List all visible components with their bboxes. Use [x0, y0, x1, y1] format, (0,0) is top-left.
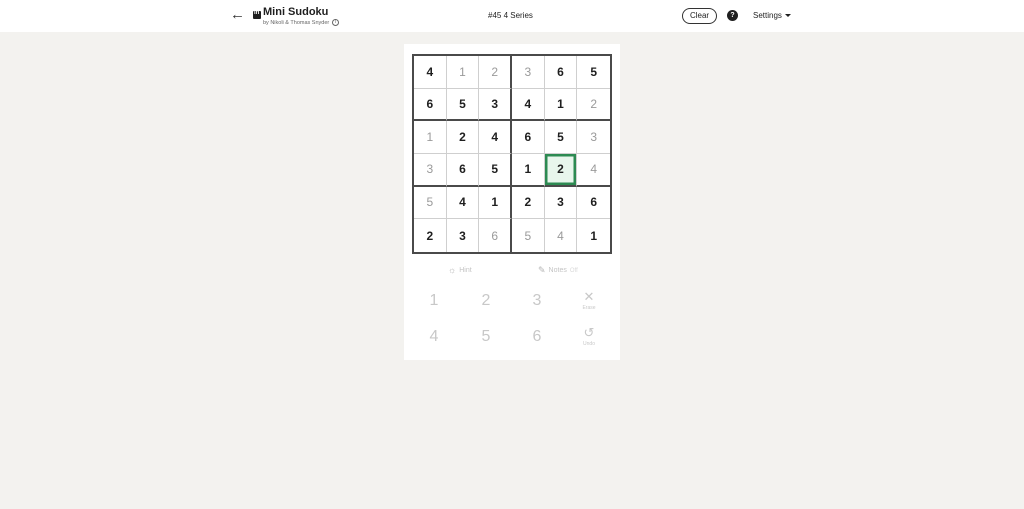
- grid-cell-r2c1[interactable]: 6: [414, 88, 447, 122]
- grid-cell-r6c6[interactable]: 1: [577, 219, 610, 252]
- erase-label: Erase: [582, 305, 596, 311]
- number-pad-2[interactable]: 2: [471, 289, 501, 313]
- undo-icon: ↺: [583, 325, 595, 340]
- number-pad-1[interactable]: 1: [419, 289, 449, 313]
- hint-label: Hint: [459, 266, 472, 274]
- clear-button[interactable]: Clear: [682, 8, 717, 24]
- grid-cell-r5c6[interactable]: 6: [577, 187, 610, 220]
- grid-cell-r6c1[interactable]: 2: [414, 219, 447, 252]
- grid-cell-r6c3[interactable]: 6: [479, 219, 512, 252]
- grid-cell-r1c4[interactable]: 3: [512, 56, 545, 89]
- notes-button[interactable]: ✎ Notes Off: [538, 265, 578, 276]
- grid-cell-r3c2[interactable]: 2: [446, 121, 480, 154]
- undo-button[interactable]: ↺ Undo: [574, 325, 604, 348]
- puzzle-number: #45 4 Series: [488, 11, 533, 20]
- lightbulb-icon: ☼: [448, 265, 457, 275]
- hint-button[interactable]: ☼ Hint: [448, 265, 472, 275]
- grid-cell-r1c6[interactable]: 5: [577, 56, 610, 89]
- grid-cell-r5c4[interactable]: 2: [512, 186, 545, 220]
- grid-cell-r4c5[interactable]: 2: [544, 154, 578, 187]
- info-icon[interactable]: i: [332, 19, 340, 26]
- grid-cell-r6c4[interactable]: 5: [512, 219, 545, 252]
- back-arrow-icon[interactable]: ←: [230, 7, 246, 23]
- grid-cell-r2c6[interactable]: 2: [577, 89, 610, 122]
- erase-button[interactable]: ✕ Erase: [574, 289, 604, 312]
- grid-cell-r2c3[interactable]: 3: [479, 88, 512, 122]
- grid-cell-r2c2[interactable]: 5: [446, 88, 480, 122]
- notes-toggle-state: Off: [569, 267, 578, 274]
- grid-cell-r2c4[interactable]: 4: [512, 88, 545, 122]
- grid-cell-r3c5[interactable]: 5: [544, 121, 578, 154]
- grid-cell-r3c3[interactable]: 4: [479, 121, 512, 154]
- number-pad-6[interactable]: 6: [522, 325, 552, 349]
- number-pad-3[interactable]: 3: [522, 289, 552, 313]
- settings-dropdown[interactable]: Settings: [753, 11, 791, 20]
- grid-cell-r1c3[interactable]: 2: [479, 56, 512, 89]
- grid-cell-r3c6[interactable]: 3: [577, 121, 610, 154]
- grid-cell-r3c1[interactable]: 1: [414, 121, 447, 154]
- grid-cell-r6c2[interactable]: 3: [447, 219, 480, 252]
- pencil-icon: ✎: [538, 265, 546, 275]
- grid-cell-r1c5[interactable]: 6: [544, 56, 578, 89]
- game-title: Mini Sudoku: [263, 6, 329, 18]
- top-bar: ← Mini Sudoku by Nikoli & Thomas Snyder …: [0, 0, 1024, 32]
- grid-cell-r3c4[interactable]: 6: [512, 121, 545, 154]
- grid-cell-r1c2[interactable]: 1: [446, 56, 480, 89]
- settings-label: Settings: [753, 11, 782, 20]
- grid-cell-r4c2[interactable]: 6: [446, 154, 480, 187]
- game-panel: 412365653412124653365124541236236541 ☼ H…: [404, 44, 620, 360]
- grid-cell-r5c5[interactable]: 3: [544, 186, 578, 220]
- grid-cell-r4c3[interactable]: 5: [479, 154, 512, 187]
- close-icon: ✕: [583, 289, 595, 304]
- sudoku-grid: 412365653412124653365124541236236541: [412, 54, 612, 254]
- grid-cell-r5c1[interactable]: 5: [414, 186, 447, 220]
- number-pad-4[interactable]: 4: [419, 325, 449, 349]
- grid-cell-r5c2[interactable]: 4: [446, 186, 480, 220]
- number-pad-5[interactable]: 5: [471, 325, 501, 349]
- author-credit: by Nikoli & Thomas Snyder: [263, 19, 330, 26]
- grid-cell-r5c3[interactable]: 1: [479, 186, 512, 220]
- grid-cell-r4c1[interactable]: 3: [414, 154, 447, 187]
- game-subtitle: by Nikoli & Thomas Snyder i: [263, 19, 340, 26]
- linkedin-logo-icon: [253, 10, 261, 19]
- grid-cell-r2c5[interactable]: 1: [544, 88, 578, 122]
- caret-down-icon: [784, 14, 791, 17]
- grid-cell-r1c1[interactable]: 4: [414, 56, 447, 89]
- grid-cell-r4c6[interactable]: 4: [577, 154, 610, 187]
- notes-label: Notes: [548, 267, 567, 274]
- help-icon[interactable]: ?: [727, 10, 738, 21]
- grid-cell-r4c4[interactable]: 1: [512, 154, 545, 187]
- grid-cell-r6c5[interactable]: 4: [545, 219, 578, 252]
- undo-label: Undo: [583, 341, 595, 347]
